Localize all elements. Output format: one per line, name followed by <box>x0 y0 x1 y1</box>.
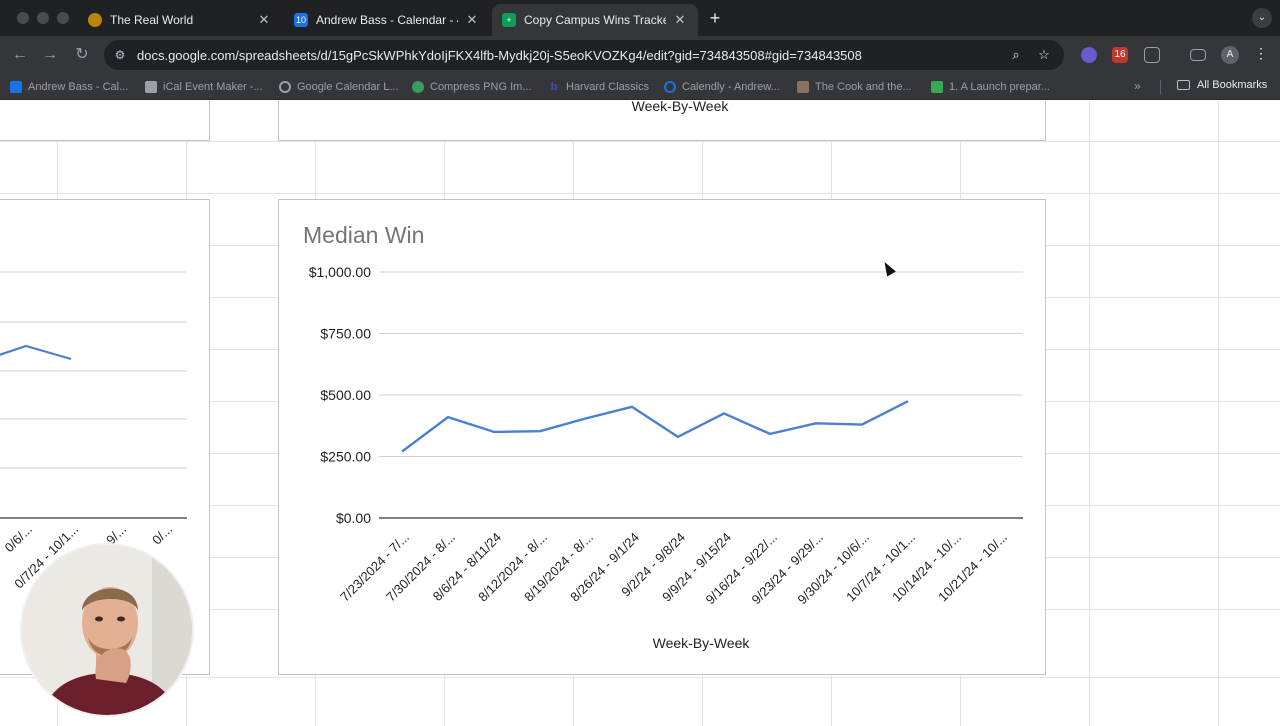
close-icon[interactable]: ✕ <box>672 12 688 28</box>
top-chart-x-axis-title: Week-By-Week <box>632 101 730 114</box>
y-tick-label: $1,000.00 <box>309 264 371 280</box>
extension-icon[interactable]: 16 <box>1112 47 1128 63</box>
chart-top[interactable]: Week-By-Week <box>278 101 1046 141</box>
bookmark-item[interactable]: Compress PNG Im... <box>412 79 531 95</box>
x-axis-title: Week-By-Week <box>653 635 751 651</box>
chart-top-left[interactable] <box>0 101 210 141</box>
window-minimize-button[interactable] <box>37 12 49 24</box>
tab-title: Andrew Bass - Calendar - 4 c <box>316 13 458 27</box>
median-win-chart[interactable]: Median Win $1,000.00 $750.00 $500.00 $250.0… <box>278 199 1046 675</box>
sheets-favicon-icon: + <box>502 13 516 27</box>
harvard-icon: b <box>550 81 558 93</box>
series-line <box>401 400 909 453</box>
y-tick-label: $250.00 <box>320 449 371 465</box>
cook-icon <box>797 81 809 93</box>
bookmark-label: Harvard Classics <box>566 81 650 93</box>
bookmark-item[interactable]: Google Calendar L... <box>279 79 399 95</box>
tab-title: The Real World <box>110 13 194 27</box>
close-icon[interactable]: ✕ <box>256 12 272 28</box>
tab-search-chevron-icon[interactable]: ⌄ <box>1252 8 1272 28</box>
back-arrow-icon[interactable]: ← <box>10 45 30 65</box>
site-info-icon[interactable]: ⚙ <box>112 47 128 63</box>
extensions-puzzle-icon[interactable] <box>1144 47 1160 63</box>
bookmark-item[interactable]: iCal Event Maker -... <box>145 79 263 95</box>
profile-avatar[interactable]: A <box>1221 46 1239 64</box>
bookmark-label: Google Calendar L... <box>297 81 399 93</box>
left-chart-tick: 0/6/... <box>2 522 36 556</box>
left-chart-line <box>0 344 72 361</box>
calendar-favicon-icon: 10 <box>294 13 308 27</box>
more-bookmarks-chevron-icon[interactable]: » <box>1134 79 1141 93</box>
spreadsheet-canvas[interactable]: Week-By-Week 0/6/... 0/7/24 - 10/1... 9/… <box>0 101 1280 726</box>
launch-icon <box>931 81 943 93</box>
navigation-toolbar: ← → ↻ ⚙ docs.google.com/spreadsheets/d/1… <box>0 36 1280 74</box>
calendly-icon <box>664 81 676 93</box>
window-close-button[interactable] <box>17 12 29 24</box>
new-tab-button[interactable]: + <box>706 8 724 29</box>
tab-calendar[interactable]: 10 Andrew Bass - Calendar - 4 c ✕ <box>284 4 490 36</box>
left-chart-tick: 0/... <box>149 522 175 548</box>
bookmark-item[interactable]: Calendly - Andrew... <box>664 79 780 95</box>
bookmarks-bar: Andrew Bass - Cal... iCal Event Maker -.… <box>0 74 1280 100</box>
url-text[interactable]: docs.google.com/spreadsheets/d/15gPcSkWP… <box>137 48 862 63</box>
forward-arrow-icon[interactable]: → <box>40 45 60 65</box>
address-bar[interactable]: ⚙ docs.google.com/spreadsheets/d/15gPcSk… <box>104 40 1064 70</box>
all-bookmarks-button[interactable]: All Bookmarks <box>1177 79 1267 91</box>
extension-icon[interactable] <box>1081 47 1097 63</box>
bookmark-label: 1. A Launch prepar... <box>949 81 1050 93</box>
cast-icon[interactable] <box>1190 49 1206 61</box>
ical-icon <box>145 81 157 93</box>
median-win-plot: $1,000.00$750.00$500.00$250.00$0.00 7/23… <box>309 264 1023 651</box>
tab-campus-wins-tracker[interactable]: + Copy Campus Wins Tracker - ✕ <box>492 4 698 36</box>
google-calendar-icon <box>279 81 291 93</box>
tab-real-world[interactable]: The Real World ✕ <box>78 4 282 36</box>
bookmark-star-icon[interactable]: ☆ <box>1036 47 1052 63</box>
close-icon[interactable]: ✕ <box>464 12 480 28</box>
bookmark-item[interactable]: The Cook and the... <box>797 79 912 95</box>
zoom-icon[interactable]: ⌕ <box>1008 47 1024 63</box>
compress-icon <box>412 81 424 93</box>
y-tick-label: $0.00 <box>336 510 371 526</box>
all-bookmarks-label: All Bookmarks <box>1197 79 1268 91</box>
real-world-favicon-icon <box>88 13 102 27</box>
folder-icon <box>1177 80 1190 90</box>
bookmark-label: Andrew Bass - Cal... <box>28 81 129 93</box>
presenter-portrait-image <box>22 545 192 715</box>
webcam-overlay <box>20 543 194 717</box>
bookmark-label: Compress PNG Im... <box>430 81 532 93</box>
bookmark-label: Calendly - Andrew... <box>682 81 780 93</box>
tab-title: Copy Campus Wins Tracker - <box>524 13 666 27</box>
y-tick-label: $750.00 <box>320 326 371 342</box>
reload-icon[interactable]: ↻ <box>72 45 92 65</box>
bookmark-label: The Cook and the... <box>815 81 912 93</box>
bookmark-item[interactable]: Andrew Bass - Cal... <box>10 79 128 95</box>
bookmark-item[interactable]: b Harvard Classics <box>548 79 650 95</box>
tab-strip: The Real World ✕ 10 Andrew Bass - Calend… <box>0 0 1280 36</box>
bookmark-item[interactable]: 1. A Launch prepar... <box>931 79 1050 95</box>
bookmark-label: iCal Event Maker -... <box>163 81 263 93</box>
bookmarks-divider <box>1160 80 1161 94</box>
calendar-icon <box>10 81 22 93</box>
window-zoom-button[interactable] <box>57 12 69 24</box>
menu-kebab-icon[interactable]: ⋮ <box>1254 45 1268 62</box>
y-tick-label: $500.00 <box>320 387 371 403</box>
